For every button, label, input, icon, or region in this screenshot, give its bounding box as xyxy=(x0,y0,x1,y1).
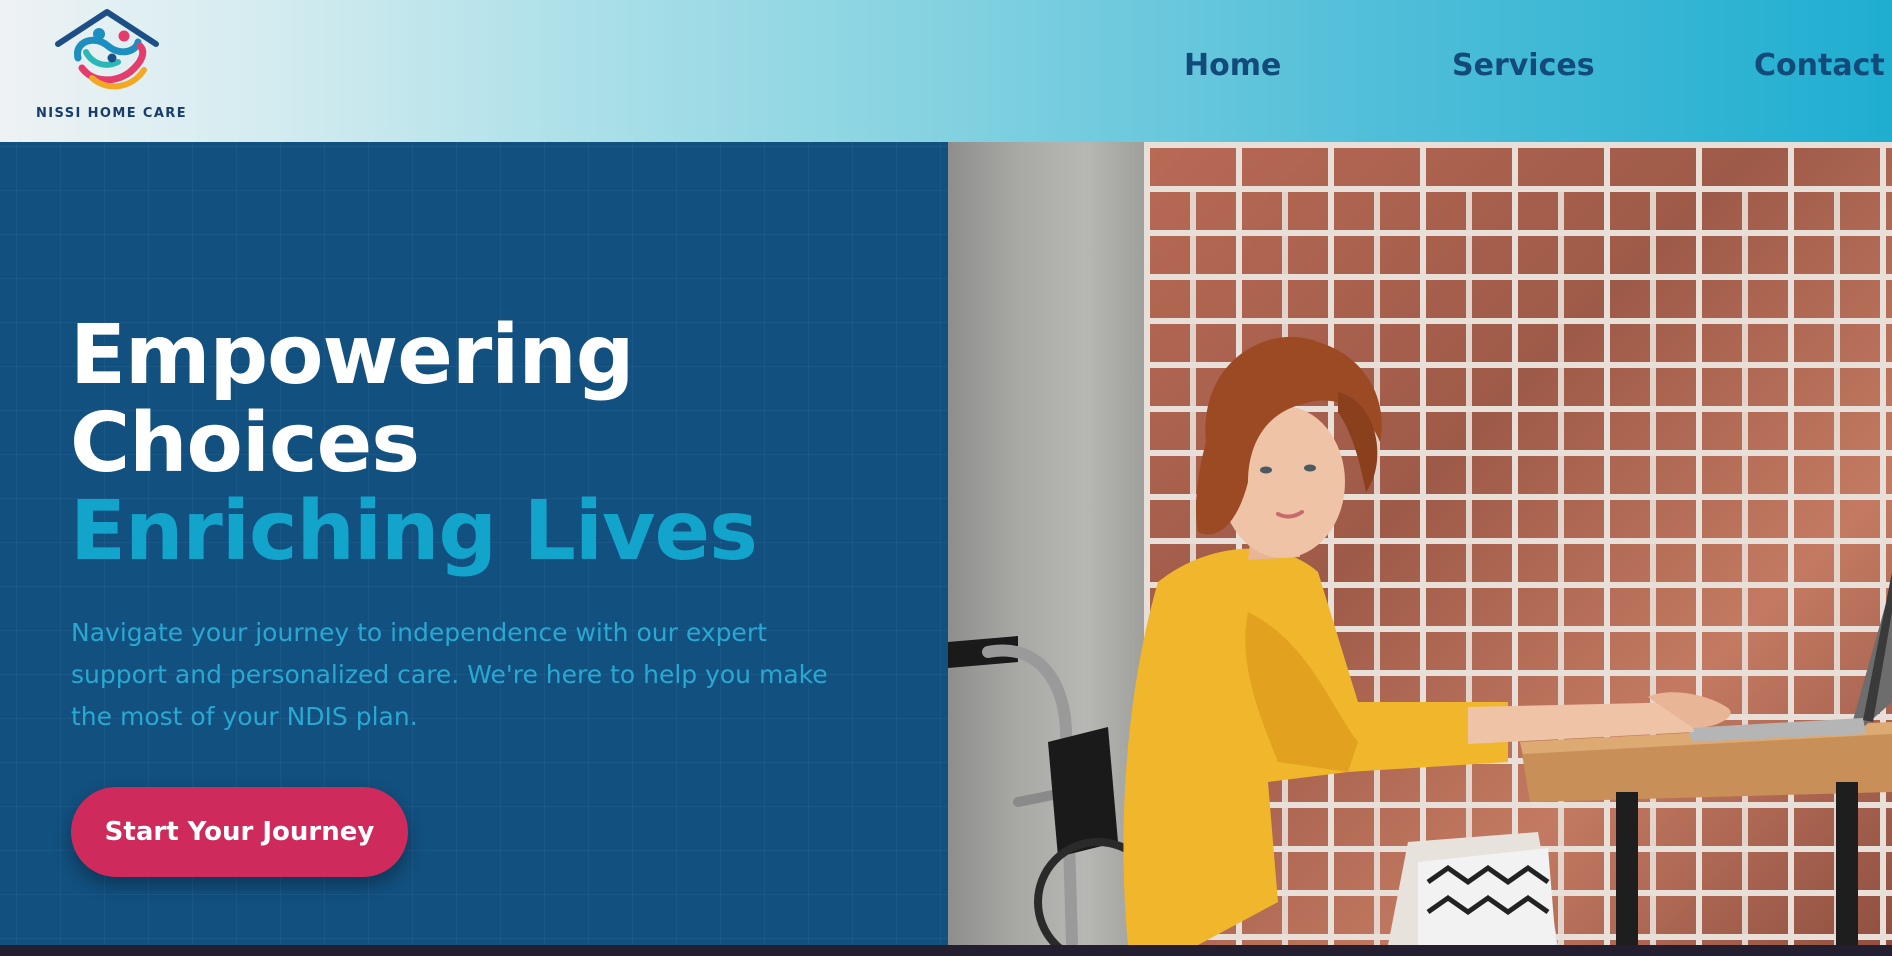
hero-headline: Empowering Choices Enriching Lives xyxy=(70,308,758,579)
headline-line-2: Choices xyxy=(70,396,420,491)
hero-content-panel: Empowering Choices Enriching Lives Navig… xyxy=(0,142,948,945)
nav-services-link[interactable]: Services xyxy=(1452,48,1595,83)
logo-link[interactable]: NISSI HOME CARE xyxy=(32,6,187,126)
nav-home-link[interactable]: Home xyxy=(1184,48,1281,83)
hero-subtext: Navigate your journey to independence wi… xyxy=(71,618,828,731)
start-journey-button[interactable]: Start Your Journey xyxy=(71,787,408,877)
house-with-people-logo-icon xyxy=(55,9,159,90)
site-header: NISSI HOME CARE Home Services Contact xyxy=(0,0,1892,142)
nav-contact-link[interactable]: Contact xyxy=(1754,48,1885,83)
logo-text: NISSI HOME CARE xyxy=(36,106,187,121)
hero-photo xyxy=(948,142,1892,945)
headline-line-1: Empowering xyxy=(70,308,634,403)
page-bottom-edge xyxy=(0,945,1892,956)
headline-accent: Enriching Lives xyxy=(70,484,758,579)
woman-at-laptop-illustration xyxy=(948,336,1892,945)
